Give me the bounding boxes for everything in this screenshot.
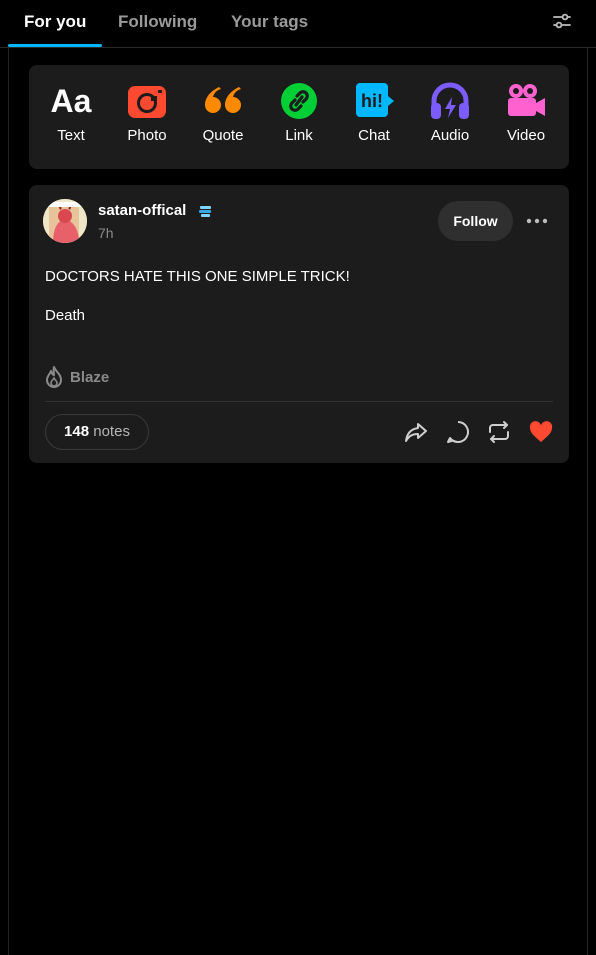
- video-camera-icon: [508, 84, 545, 116]
- more-options-icon[interactable]: [525, 211, 549, 231]
- like-heart-icon[interactable]: [528, 419, 554, 445]
- avatar[interactable]: [43, 199, 87, 243]
- active-tab-indicator: [8, 44, 102, 47]
- blaze-label: Blaze: [70, 369, 110, 386]
- post-type-label: Text: [57, 127, 85, 144]
- feed-tabs: For you Following Your tags: [0, 0, 596, 48]
- svg-text:hi!: hi!: [361, 91, 383, 111]
- create-video-post-button[interactable]: Video: [491, 81, 561, 144]
- post-type-label: Audio: [430, 127, 470, 144]
- post-body-line: Death: [45, 307, 86, 324]
- blog-badge-icon: [199, 206, 211, 217]
- post-timestamp: 7h: [98, 225, 114, 241]
- post-author-username[interactable]: satan-offical: [98, 202, 186, 219]
- quote-icon: [205, 87, 241, 113]
- post-card: satan-offical 7h Follow DOCTORS HATE THI…: [29, 185, 569, 463]
- reply-icon[interactable]: [445, 419, 471, 445]
- column-border-right: [587, 48, 588, 955]
- tab-following[interactable]: Following: [118, 12, 197, 32]
- camera-icon: [128, 86, 166, 118]
- notes-button[interactable]: 148 notes: [45, 414, 149, 450]
- post-type-label: Photo: [127, 127, 167, 144]
- avatar-image: [43, 199, 87, 243]
- create-quote-post-button[interactable]: Quote: [188, 81, 258, 144]
- create-audio-post-button[interactable]: Audio: [415, 81, 485, 144]
- blaze-button[interactable]: Blaze: [43, 365, 109, 389]
- post-type-label: Quote: [202, 127, 244, 144]
- post-body-line: DOCTORS HATE THIS ONE SIMPLE TRICK!: [45, 268, 350, 285]
- create-link-post-button[interactable]: Link: [264, 81, 334, 144]
- filter-settings-icon[interactable]: [550, 9, 574, 33]
- post-type-label: Video: [506, 127, 546, 144]
- text-icon: Aa: [50, 83, 92, 119]
- create-text-post-button[interactable]: Aa Text: [36, 81, 106, 144]
- link-icon: [281, 83, 317, 119]
- create-photo-post-button[interactable]: Photo: [112, 81, 182, 144]
- post-type-label: Chat: [358, 127, 390, 144]
- share-icon[interactable]: [403, 419, 429, 445]
- follow-button[interactable]: Follow: [438, 201, 513, 241]
- chat-icon: hi!: [356, 83, 394, 117]
- post-type-label: Link: [285, 127, 313, 144]
- headphones-icon: [431, 82, 469, 119]
- flame-icon: [46, 366, 62, 388]
- post-divider: [45, 401, 553, 402]
- post-composer: Aa Text Photo Quote Link hi! Chat Audio …: [29, 65, 569, 169]
- column-border-left: [8, 48, 9, 955]
- create-chat-post-button[interactable]: hi! Chat: [339, 81, 409, 144]
- tab-your-tags[interactable]: Your tags: [231, 12, 308, 32]
- notes-count: 148: [64, 423, 90, 440]
- reblog-icon[interactable]: [486, 419, 512, 445]
- notes-label: notes: [93, 423, 130, 440]
- tab-for-you[interactable]: For you: [24, 12, 86, 32]
